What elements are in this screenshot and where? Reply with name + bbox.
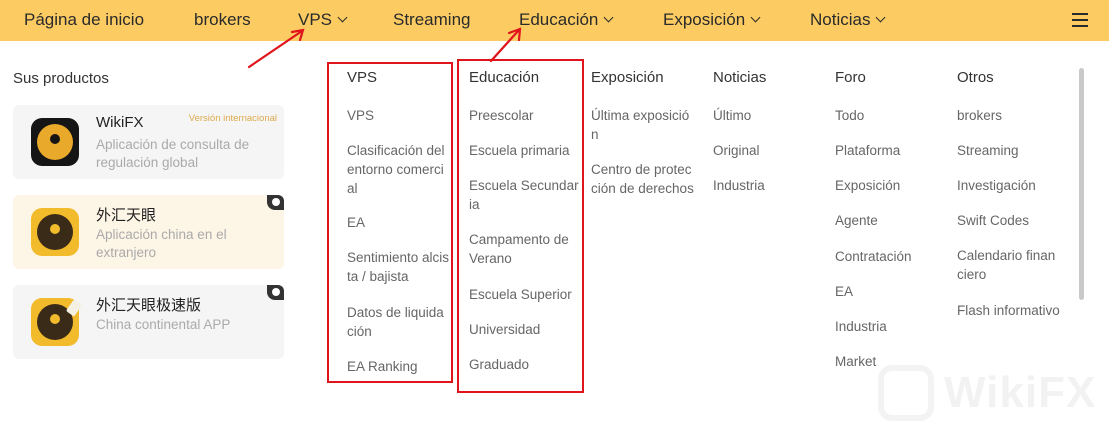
chevron-down-icon [750, 12, 761, 23]
app-name: WikiFX [96, 114, 144, 131]
nav-home[interactable]: Página de inicio [24, 0, 144, 41]
menu-link[interactable]: Investigación [957, 176, 1036, 195]
menu-link[interactable]: Exposición [835, 176, 900, 195]
wikifx-logo-icon [31, 118, 79, 166]
menu-link[interactable]: Última exposició n [591, 106, 689, 144]
menu-link[interactable]: Market [835, 352, 876, 371]
menu-column-title-otros: Otros [957, 69, 994, 86]
app-description: Aplicación de consulta de regulación glo… [96, 137, 250, 170]
menu-link[interactable]: Industria [835, 317, 887, 336]
menu-link[interactable]: Contratación [835, 247, 912, 266]
top-nav-bar: Página de inicio brokers VPS Streaming E… [0, 0, 1109, 41]
version-badge: Versión internacional [188, 113, 277, 124]
menu-link[interactable]: Original [713, 141, 760, 160]
wikifx-watermark-logo-icon [878, 365, 934, 421]
products-title: Sus productos [13, 70, 109, 87]
nav-streaming[interactable]: Streaming [393, 0, 470, 41]
menu-link[interactable]: Agente [835, 211, 878, 230]
menu-column-title-exposicion: Exposición [591, 69, 664, 86]
app-name: 外汇天眼极速版 [96, 297, 202, 314]
menu-link[interactable]: Calendario finan ciero [957, 246, 1055, 284]
menu-column-title-noticias: Noticias [713, 69, 767, 86]
nav-educacion[interactable]: Educación [519, 0, 614, 41]
menu-link[interactable]: EA [835, 282, 853, 301]
menu-link[interactable]: Centro de protec ción de derechos [591, 160, 694, 198]
scrollbar[interactable] [1079, 68, 1084, 300]
annotation-box-vps [327, 62, 453, 383]
apple-icon [267, 195, 284, 210]
app-card-wikifx[interactable]: WikiFX Aplicación de consulta de regulac… [13, 105, 284, 179]
menu-link[interactable]: Industria [713, 176, 765, 195]
menu-link[interactable]: Todo [835, 106, 864, 125]
tianyan-logo-icon [31, 208, 79, 256]
app-description: Aplicación china en el extranjero [96, 227, 227, 260]
apple-icon [267, 285, 284, 300]
wikifx-watermark: WikiFX [878, 362, 1100, 424]
nav-exposicion[interactable]: Exposición [663, 0, 761, 41]
nav-noticias[interactable]: Noticias [810, 0, 886, 41]
menu-column-title-foro: Foro [835, 69, 866, 86]
chevron-down-icon [337, 12, 348, 23]
app-name: 外汇天眼 [96, 207, 157, 224]
app-card-tianyan-lite[interactable]: 外汇天眼极速版 China continental APP [13, 285, 284, 359]
menu-link[interactable]: Streaming [957, 141, 1019, 160]
menu-link[interactable]: brokers [957, 106, 1002, 125]
menu-link[interactable]: Plataforma [835, 141, 900, 160]
menu-link[interactable]: Swift Codes [957, 211, 1029, 230]
annotation-box-educacion [457, 59, 584, 393]
chevron-down-icon [876, 12, 886, 23]
nav-vps[interactable]: VPS [298, 0, 348, 41]
app-description: China continental APP [96, 317, 231, 332]
hamburger-icon[interactable] [1072, 13, 1088, 27]
menu-link[interactable]: Flash informativo [957, 301, 1060, 320]
menu-link[interactable]: Último [713, 106, 751, 125]
tianyan-lite-logo-icon [31, 298, 83, 346]
app-card-waihui-tianyan[interactable]: 外汇天眼 Aplicación china en el extranjero [13, 195, 284, 269]
chevron-down-icon [603, 12, 614, 23]
nav-brokers[interactable]: brokers [194, 0, 251, 41]
